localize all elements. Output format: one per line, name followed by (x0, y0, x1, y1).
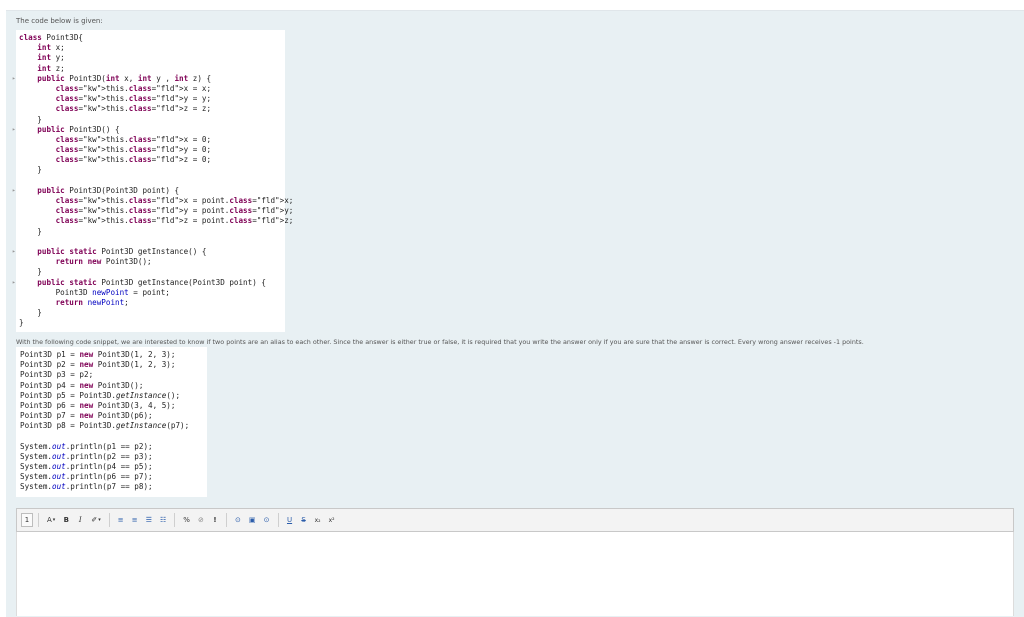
toolbar-divider (38, 513, 39, 527)
code-line: Point3D p8 = Point3D.getInstance(p7); (20, 421, 190, 431)
code-line: } (19, 318, 24, 328)
link-icon: % (183, 516, 190, 524)
special-char-button[interactable]: ! (209, 513, 221, 527)
paragraph-format-icon: 1 (24, 516, 30, 524)
toolbar-divider (225, 513, 227, 527)
question-text: With the following code snippet, we are … (16, 338, 864, 346)
code-line: class="kw">this.class="fld">z = z; (55, 104, 212, 114)
code-line: class Point3D{ (19, 33, 84, 42)
code-line: public static Point3D getInstance(Point3… (12, 277, 266, 287)
answer-editor[interactable] (16, 532, 1014, 616)
code-line: public Point3D() {▸ (12, 124, 120, 134)
code-line: System.out.println(p7 == p8); (20, 482, 153, 492)
image-icon: ▣ (248, 516, 256, 524)
fold-marker-icon: ▸ (12, 186, 16, 194)
subscript-icon: x₂ (314, 516, 321, 524)
code-line: public Point3D(Point3D point) {▸ (12, 185, 180, 195)
paragraph-format-button[interactable]: 1 (21, 513, 33, 527)
toolbar-divider (174, 513, 176, 527)
highlight-button[interactable]: ✐ ▾ (88, 513, 103, 527)
subscript-button[interactable]: x₂ (312, 513, 324, 527)
italic-icon: I (78, 516, 82, 524)
media-icon: ⊙ (263, 516, 270, 524)
code-line: System.out.println(p1 == p2); (20, 441, 153, 451)
media-button[interactable]: ⊙ (261, 513, 273, 527)
fold-marker-icon: ▸ (12, 125, 16, 133)
link-button[interactable]: % (180, 513, 193, 527)
align-center-button[interactable]: ≡ (129, 513, 141, 527)
code-line: class="kw">this.class="fld">x = 0; (55, 134, 212, 144)
bold-button[interactable]: B (60, 513, 72, 527)
font-color-icon: A (47, 516, 52, 524)
unlink-button[interactable]: ⊘ (195, 513, 207, 527)
code-line: public Point3D(int x, int y , int z) {▸ (12, 73, 212, 83)
strikethrough-icon: S (301, 516, 306, 524)
font-color-button[interactable]: A ▾ (44, 513, 58, 527)
unlink-icon: ⊘ (197, 516, 204, 524)
code-line: Point3D p7 = new Point3D(p6); (20, 411, 153, 421)
code-line: } (19, 165, 42, 175)
toolbar-divider (108, 513, 110, 527)
superscript-icon: x² (328, 516, 335, 524)
code-line: return newPoint; (55, 297, 129, 307)
strikethrough-button[interactable]: S (298, 513, 310, 527)
numbered-list-icon: ☷ (159, 516, 167, 524)
align-center-icon: ≡ (131, 516, 138, 524)
class-code-block: class Point3D{ int x; int y; int z; publ… (12, 30, 294, 332)
bullet-list-icon: ☰ (145, 516, 152, 524)
code-line: class="kw">this.class="fld">z = 0; (55, 155, 212, 165)
image-button[interactable]: ▣ (246, 513, 259, 527)
code-line: class="kw">this.class="fld">z = point.cl… (55, 216, 294, 226)
code-line: } (19, 308, 42, 318)
code-line: Point3D p1 = new Point3D(1, 2, 3); (20, 350, 176, 359)
code-line: Point3D p2 = new Point3D(1, 2, 3); (20, 360, 176, 370)
code-line: public static Point3D getInstance() {▸ (12, 246, 207, 256)
code-line: } (19, 267, 42, 277)
code-line: return new Point3D(); (55, 257, 152, 267)
code-line: int z; (37, 63, 65, 73)
highlight-icon: ✐ (91, 516, 98, 524)
superscript-button[interactable]: x² (326, 513, 338, 527)
numbered-list-button[interactable]: ☷ (157, 513, 169, 527)
code-line: int y; (37, 53, 65, 63)
bold-icon: B (63, 516, 69, 524)
bullet-list-button[interactable]: ☰ (143, 513, 155, 527)
underline-button[interactable]: U (284, 513, 296, 527)
code-line: Point3D p3 = p2; (20, 370, 94, 380)
fold-marker-icon: ▸ (12, 74, 16, 82)
code-line: } (19, 226, 42, 236)
snippet-code-block: Point3D p1 = new Point3D(1, 2, 3); Point3… (16, 347, 207, 497)
code-line: class="kw">this.class="fld">x = x; (55, 83, 212, 93)
code-line: System.out.println(p2 == p3); (20, 451, 153, 461)
code-line: } (19, 114, 42, 124)
code-line: int x; (37, 43, 65, 53)
code-line: System.out.println(p6 == p7); (20, 472, 153, 482)
underline-icon: U (286, 516, 293, 524)
editor-toolbar: 1 A ▾ B I ✐ ▾ ≡ ≡ ☰ ☷ % ⊘ ! ⊙ ▣ ⊙ U S x₂ x… (16, 508, 1014, 532)
align-left-icon: ≡ (117, 516, 124, 524)
code-line: Point3D p5 = Point3D.getInstance(); (20, 390, 181, 400)
code-line: class="kw">this.class="fld">x = point.cl… (55, 196, 294, 205)
code-line: System.out.println(p4 == p5); (20, 462, 153, 472)
italic-button[interactable]: I (74, 513, 86, 527)
code-line: class="kw">this.class="fld">y = 0; (55, 145, 212, 155)
code-line: class="kw">this.class="fld">y = point.cl… (55, 206, 294, 216)
align-left-button[interactable]: ≡ (115, 513, 127, 527)
code-line: Point3D p4 = new Point3D(); (20, 380, 144, 390)
fold-marker-icon: ▸ (12, 278, 16, 286)
fold-marker-icon: ▸ (12, 247, 16, 255)
record-button[interactable]: ⊙ (232, 513, 244, 527)
code-line: Point3D newPoint = point; (19, 287, 170, 297)
toolbar-divider (277, 513, 279, 527)
code-line: class="kw">this.class="fld">y = y; (55, 94, 212, 104)
code-line: Point3D p6 = new Point3D(3, 4, 5); (20, 400, 176, 410)
special-char-icon: ! (213, 516, 217, 524)
record-icon: ⊙ (234, 516, 241, 524)
intro-text: The code below is given: (16, 17, 103, 25)
